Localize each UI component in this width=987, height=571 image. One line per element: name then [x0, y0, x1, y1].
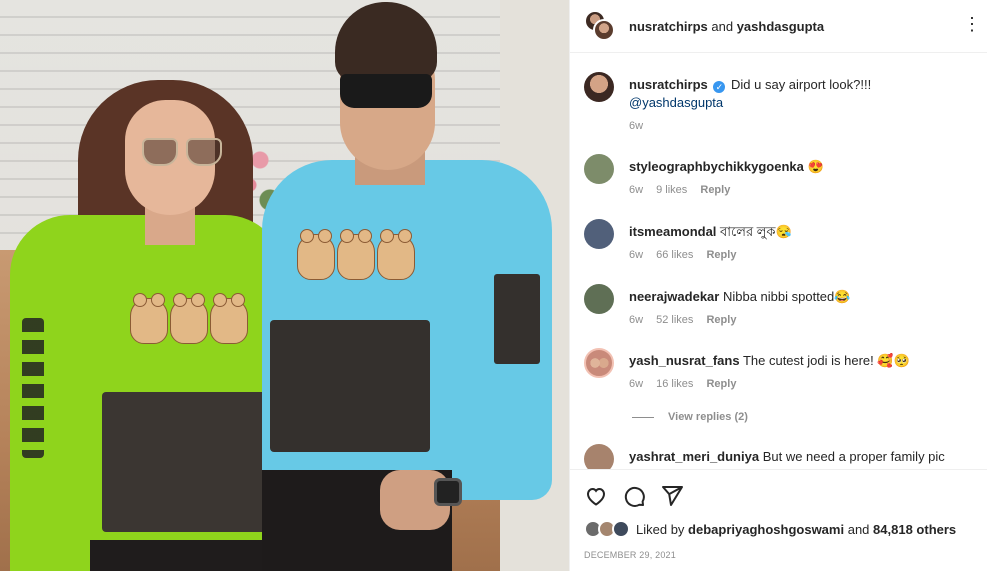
liked-by-prefix: Liked by — [636, 521, 685, 537]
comment-time[interactable]: 6w — [629, 378, 643, 390]
comment-text: yash_nusrat_fans The cutest jodi is here… — [629, 352, 979, 370]
more-options-icon[interactable]: ⋮ — [963, 14, 981, 35]
comment-avatar[interactable] — [584, 154, 614, 184]
comment-likes[interactable]: 66 likes — [656, 249, 693, 261]
comments-list[interactable]: nusratchirps ✓ Did u say airport look?!!… — [570, 54, 987, 469]
collab-avatar[interactable] — [584, 10, 618, 42]
post-actions: Liked by debapriyaghoshgoswami and 84,81… — [570, 469, 987, 571]
comment-body: Nibba nibbi spotted😂 — [722, 289, 851, 304]
comment-meta: 6w 66 likes Reply — [629, 249, 746, 261]
comment-icon[interactable] — [622, 484, 646, 508]
liked-by-and: and — [847, 521, 870, 537]
reply-button[interactable]: Reply — [706, 378, 736, 390]
man-pocket — [270, 320, 430, 452]
liker-avatars[interactable] — [584, 520, 632, 538]
sleeve-lettering — [22, 318, 44, 458]
comment-text: itsmeamondal বালের লুক😪 — [629, 223, 979, 241]
comment-body: But we need a proper family pic — [762, 449, 945, 464]
comment-body: The cutest jodi is here! 🥰🥺 — [742, 353, 910, 368]
caption-avatar[interactable] — [584, 72, 614, 102]
comment-meta: 6w 52 likes Reply — [629, 314, 746, 326]
heart-icon[interactable] — [584, 484, 608, 508]
comment-username[interactable]: styleographbychikkygoenka — [629, 159, 804, 174]
comment-username[interactable]: neerajwadekar — [629, 289, 719, 304]
comment-avatar[interactable] — [584, 444, 614, 469]
liked-by-user[interactable]: debapriyaghoshgoswami — [688, 522, 844, 537]
caption-username[interactable]: nusratchirps — [629, 77, 708, 92]
post-side-panel: nusratchirps and yashdasgupta ⋮ nusratch… — [569, 0, 987, 571]
author-link-2[interactable]: yashdasgupta — [737, 19, 824, 34]
comment-text: styleographbychikkygoenka 😍 — [629, 158, 979, 176]
view-replies-button[interactable]: View replies (2) — [632, 411, 748, 423]
reply-button[interactable]: Reply — [706, 314, 736, 326]
post-date[interactable]: DECEMBER 29, 2021 — [584, 550, 676, 560]
comment-likes[interactable]: 52 likes — [656, 314, 693, 326]
likes-summary: Liked by debapriyaghoshgoswami and 84,81… — [584, 520, 956, 538]
comment-username[interactable]: yashrat_meri_duniya — [629, 449, 759, 464]
caption-text: nusratchirps ✓ Did u say airport look?!!… — [629, 76, 979, 112]
post-header: nusratchirps and yashdasgupta ⋮ — [570, 0, 987, 53]
comment-avatar[interactable] — [584, 348, 614, 378]
post-authors: nusratchirps and yashdasgupta — [629, 19, 824, 34]
comment-meta: 6w 16 likes Reply — [629, 378, 746, 390]
comment-time[interactable]: 6w — [629, 184, 643, 196]
man-teddy-print — [297, 229, 415, 280]
man-sunglasses — [340, 74, 432, 108]
comment-username[interactable]: itsmeamondal — [629, 224, 716, 239]
comment-username[interactable]: yash_nusrat_fans — [629, 353, 740, 368]
caption-body: Did u say airport look?!!! — [731, 77, 872, 92]
comment-likes[interactable]: 9 likes — [656, 184, 687, 196]
comment-time[interactable]: 6w — [629, 249, 643, 261]
caption-mention[interactable]: @yashdasgupta — [629, 95, 723, 110]
liked-by-others[interactable]: 84,818 others — [873, 522, 956, 537]
author-and: and — [711, 18, 734, 34]
action-icons — [584, 484, 684, 508]
man-watch — [434, 478, 462, 506]
woman-teddy-print — [130, 293, 248, 344]
comment-text: neerajwadekar Nibba nibbi spotted😂 — [629, 288, 979, 306]
author-link-1[interactable]: nusratchirps — [629, 19, 708, 34]
comment-meta: 6w 9 likes Reply — [629, 184, 740, 196]
comment-avatar[interactable] — [584, 284, 614, 314]
comment-avatar[interactable] — [584, 219, 614, 249]
comment-likes[interactable]: 16 likes — [656, 378, 693, 390]
comment-body: 😍 — [807, 159, 824, 174]
share-icon[interactable] — [660, 484, 684, 508]
woman-pants — [90, 540, 270, 571]
man-sleeve-pocket — [494, 274, 540, 364]
caption-time[interactable]: 6w — [629, 120, 643, 132]
comment-body: বালের লুক😪 — [720, 224, 792, 239]
view-replies-line — [632, 416, 654, 418]
caption-meta: 6w — [629, 120, 653, 132]
verified-badge-icon: ✓ — [713, 81, 726, 93]
reply-button[interactable]: Reply — [700, 184, 730, 196]
woman-sunglasses — [142, 138, 224, 168]
view-replies-label: View replies (2) — [668, 411, 748, 423]
comment-text: yashrat_meri_duniya But we need a proper… — [629, 448, 979, 466]
reply-button[interactable]: Reply — [706, 249, 736, 261]
post-image[interactable] — [0, 0, 569, 571]
comment-time[interactable]: 6w — [629, 314, 643, 326]
woman-pocket — [102, 392, 270, 532]
